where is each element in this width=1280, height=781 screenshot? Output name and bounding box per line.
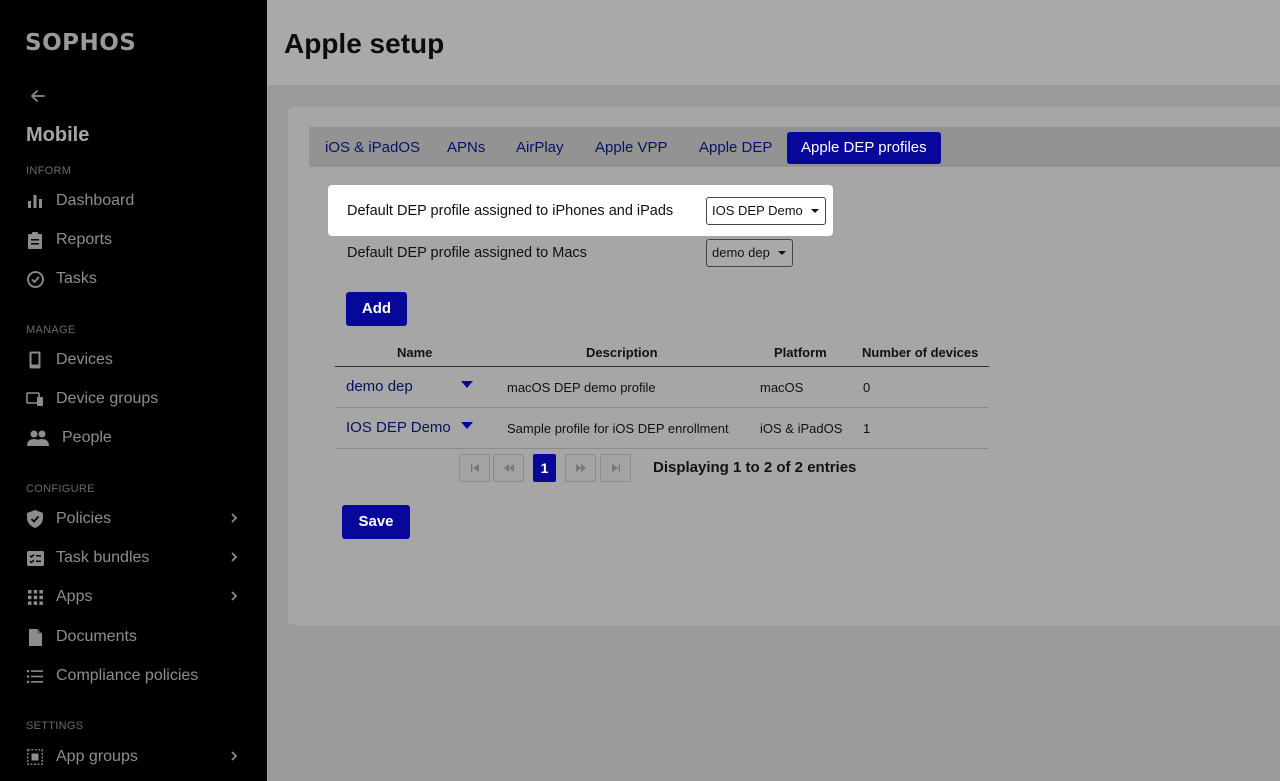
- prev-page-icon: [503, 464, 514, 472]
- iphone-profile-label: Default DEP profile assigned to iPhones …: [347, 203, 674, 219]
- table-row: IOS DEP Demo Sample profile for iOS DEP …: [335, 408, 989, 449]
- sidebar-item-devices[interactable]: Devices: [26, 347, 241, 373]
- mac-profile-select[interactable]: demo dep: [706, 239, 793, 267]
- profile-name-link[interactable]: IOS DEP Demo: [346, 419, 451, 436]
- mac-profile-label: Default DEP profile assigned to Macs: [347, 245, 587, 261]
- back-arrow-icon[interactable]: [28, 86, 48, 106]
- shield-icon: [26, 510, 44, 528]
- mac-profile-value: demo dep: [712, 245, 770, 260]
- table-header: Name Description Platform Number of devi…: [335, 338, 989, 367]
- sidebar-item-label: Policies: [56, 510, 112, 527]
- sidebar-item-policies[interactable]: Policies: [26, 506, 241, 532]
- sidebar-item-label: App groups: [56, 748, 138, 765]
- chevron-right-icon: [227, 550, 241, 564]
- bar-chart-icon: [26, 192, 44, 210]
- column-header-platform: Platform: [774, 345, 827, 360]
- grid-icon: [26, 588, 44, 606]
- row-menu-caret-icon[interactable]: [461, 381, 473, 388]
- prev-page-button[interactable]: [493, 454, 524, 482]
- sidebar-item-label: Apps: [56, 588, 93, 605]
- sidebar-item-people[interactable]: People: [26, 425, 241, 451]
- profile-platform: iOS & iPadOS: [760, 421, 843, 436]
- section-configure: CONFIGURE: [26, 483, 95, 495]
- profile-name-link[interactable]: demo dep: [346, 378, 413, 395]
- sidebar: SOPHOS Mobile INFORM Dashboard Reports T…: [0, 0, 267, 781]
- profile-description: macOS DEP demo profile: [507, 380, 656, 395]
- add-button[interactable]: Add: [346, 292, 407, 326]
- first-page-icon: [470, 464, 479, 472]
- sidebar-item-label: Reports: [56, 231, 113, 248]
- table-row: demo dep macOS DEP demo profile macOS 0: [335, 367, 989, 408]
- profile-device-count: 1: [863, 421, 871, 436]
- sidebar-item-label: Tasks: [56, 270, 97, 287]
- sidebar-item-reports[interactable]: Reports: [26, 227, 241, 253]
- sidebar-item-device-groups[interactable]: Device groups: [26, 386, 241, 412]
- phone-icon: [26, 351, 44, 369]
- tab-apple-dep-profiles[interactable]: Apple DEP profiles: [787, 132, 941, 164]
- sidebar-item-apps[interactable]: Apps: [26, 584, 241, 610]
- column-header-description: Description: [586, 345, 658, 360]
- section-settings: SETTINGS: [26, 720, 84, 732]
- sidebar-item-label: Task bundles: [56, 549, 150, 566]
- tab-bar: iOS & iPadOS APNs AirPlay Apple VPP Appl…: [309, 127, 1280, 167]
- sidebar-item-compliance-policies[interactable]: Compliance policies: [26, 663, 241, 689]
- sidebar-item-label: People: [62, 429, 112, 446]
- current-page-button[interactable]: 1: [533, 454, 556, 482]
- clipboard-icon: [26, 231, 44, 249]
- column-header-devices: Number of devices: [862, 345, 979, 360]
- sidebar-item-dashboard[interactable]: Dashboard: [26, 188, 241, 214]
- tab-apple-vpp[interactable]: Apple VPP: [581, 132, 682, 164]
- sidebar-item-task-bundles[interactable]: Task bundles: [26, 545, 241, 571]
- iphone-profile-value: IOS DEP Demo: [712, 203, 803, 218]
- save-button[interactable]: Save: [342, 505, 410, 539]
- profile-description: Sample profile for iOS DEP enrollment: [507, 421, 729, 436]
- tab-airplay[interactable]: AirPlay: [502, 132, 578, 164]
- column-header-name: Name: [397, 345, 433, 360]
- next-page-button[interactable]: [565, 454, 596, 482]
- row-menu-caret-icon[interactable]: [461, 422, 473, 429]
- sidebar-item-label: Compliance policies: [56, 667, 199, 684]
- pagination-info: Displaying 1 to 2 of 2 entries: [653, 459, 857, 476]
- app-title: Mobile: [26, 124, 90, 146]
- sidebar-item-label: Devices: [56, 351, 113, 368]
- next-page-icon: [575, 464, 586, 472]
- sidebar-item-label: Dashboard: [56, 192, 135, 209]
- tab-apple-dep[interactable]: Apple DEP: [685, 132, 786, 164]
- caret-down-icon: [810, 209, 819, 213]
- sophos-logo: SOPHOS: [25, 30, 137, 56]
- profile-device-count: 0: [863, 380, 871, 395]
- last-page-icon: [611, 464, 620, 472]
- caret-down-icon: [777, 251, 786, 255]
- sidebar-item-label: Documents: [56, 628, 137, 645]
- sidebar-item-label: Device groups: [56, 390, 159, 407]
- iphone-profile-select[interactable]: IOS DEP Demo: [706, 197, 826, 225]
- device-group-icon: [26, 390, 44, 408]
- people-icon: [26, 429, 50, 447]
- page-title: Apple setup: [284, 28, 445, 59]
- sidebar-item-documents[interactable]: Documents: [26, 624, 241, 650]
- tab-apns[interactable]: APNs: [433, 132, 499, 164]
- task-bundle-icon: [26, 549, 44, 567]
- content-card: iOS & iPadOS APNs AirPlay Apple VPP Appl…: [288, 107, 1280, 625]
- profiles-table: Name Description Platform Number of devi…: [335, 338, 989, 449]
- sidebar-item-app-groups[interactable]: App groups: [26, 744, 241, 770]
- section-inform: INFORM: [26, 165, 72, 177]
- first-page-button[interactable]: [459, 454, 490, 482]
- chevron-right-icon: [227, 511, 241, 525]
- page-header: Apple setup: [267, 0, 1280, 85]
- section-manage: MANAGE: [26, 324, 76, 336]
- chevron-right-icon: [227, 749, 241, 763]
- list-icon: [26, 667, 44, 685]
- chevron-right-icon: [227, 589, 241, 603]
- tab-ios-ipados[interactable]: iOS & iPadOS: [311, 132, 434, 164]
- profile-platform: macOS: [760, 380, 804, 395]
- sidebar-item-tasks[interactable]: Tasks: [26, 266, 241, 292]
- app-group-icon: [26, 748, 44, 766]
- document-icon: [26, 628, 44, 646]
- last-page-button[interactable]: [600, 454, 631, 482]
- check-circle-icon: [26, 270, 44, 288]
